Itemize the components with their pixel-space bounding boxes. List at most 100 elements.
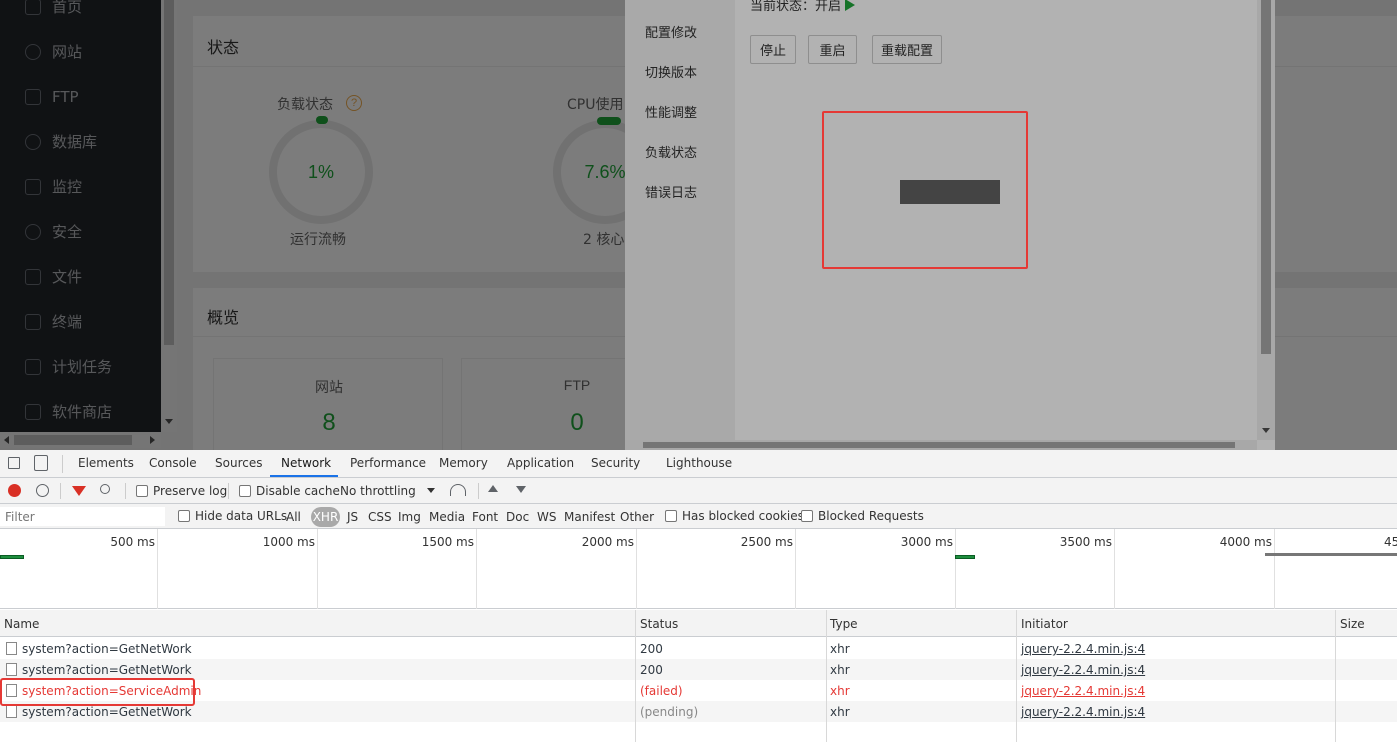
tab-lighthouse[interactable]: Lighthouse (666, 456, 732, 470)
timeline-tick-label: 3500 ms (1059, 535, 1112, 549)
request-table-header: Name Status Type Initiator Size (0, 610, 1397, 637)
type-filter-js[interactable]: JS (347, 510, 358, 524)
modal-side-menu: 配置修改 切换版本 性能调整 负载状态 错误日志 (625, 0, 735, 440)
file-icon (6, 642, 17, 655)
disable-cache-checkbox[interactable]: Disable cache (239, 484, 340, 498)
type-filter-doc[interactable]: Doc (506, 510, 529, 524)
tab-memory[interactable]: Memory (439, 456, 488, 470)
request-name[interactable]: system?action=GetNetWork (22, 642, 192, 656)
type-filter-font[interactable]: Font (472, 510, 498, 524)
timeline-gridline (795, 529, 796, 609)
scrollbar-thumb[interactable] (643, 442, 1235, 448)
table-row[interactable]: system?action=GetNetWork 200 xhr jquery-… (0, 659, 1397, 680)
tab-network[interactable]: Network (281, 456, 331, 470)
timeline-tick-label: 45 (1384, 535, 1397, 549)
restart-button[interactable]: 重启 (808, 35, 857, 64)
checkbox-box[interactable] (239, 485, 251, 497)
network-conditions-icon[interactable] (450, 484, 466, 496)
column-divider[interactable] (826, 610, 827, 742)
tab-application[interactable]: Application (507, 456, 574, 470)
timeline-gridline (1114, 529, 1115, 609)
type-filter-xhr[interactable]: XHR (311, 507, 340, 527)
stop-button[interactable]: 停止 (750, 35, 796, 64)
request-type: xhr (830, 705, 850, 719)
filter-placeholder: Filter (5, 510, 35, 524)
inspect-element-icon[interactable] (8, 457, 20, 469)
throttling-select[interactable]: No throttling (340, 484, 416, 498)
preserve-log-checkbox[interactable]: Preserve log (136, 484, 227, 498)
checkbox-box[interactable] (136, 485, 148, 497)
network-filter-bar: Filter Hide data URLs All XHR JS CSS Img… (0, 504, 1397, 529)
scrollbar-thumb[interactable] (1261, 0, 1271, 354)
request-initiator-link[interactable]: jquery-2.2.4.min.js:4 (1021, 705, 1145, 719)
record-icon[interactable] (8, 484, 21, 497)
menu-item-switch-version[interactable]: 切换版本 (645, 62, 697, 81)
timeline-request-bar (955, 555, 975, 559)
type-filter-img[interactable]: Img (398, 510, 421, 524)
import-har-icon[interactable] (488, 485, 498, 492)
request-status: (failed) (640, 684, 683, 698)
menu-item-error-log[interactable]: 错误日志 (645, 182, 697, 201)
checkbox-box[interactable] (801, 510, 813, 522)
column-divider[interactable] (635, 610, 636, 742)
request-initiator-link[interactable]: jquery-2.2.4.min.js:4 (1021, 642, 1145, 656)
app-window: 首页 网站 FTP 数据库 监控 安全 文件 终端 计划任务 软件商店 状态 负… (0, 0, 1397, 450)
filter-icon[interactable] (72, 486, 86, 496)
checkbox-box[interactable] (665, 510, 677, 522)
column-header-type[interactable]: Type (830, 617, 858, 631)
request-initiator-link[interactable]: jquery-2.2.4.min.js:4 (1021, 663, 1145, 677)
device-toolbar-icon[interactable] (34, 455, 48, 471)
throttling-value: No throttling (340, 484, 416, 498)
type-filter-ws[interactable]: WS (537, 510, 556, 524)
devtools-tab-bar: Elements Console Sources Network Perform… (0, 450, 1397, 478)
request-status: 200 (640, 663, 663, 677)
tab-sources[interactable]: Sources (215, 456, 262, 470)
type-filter-all[interactable]: All (286, 510, 301, 524)
menu-item-config[interactable]: 配置修改 (645, 22, 697, 41)
column-header-initiator[interactable]: Initiator (1021, 617, 1068, 631)
divider (60, 483, 61, 499)
tab-security[interactable]: Security (591, 456, 640, 470)
column-divider[interactable] (1335, 610, 1336, 742)
clear-icon[interactable] (36, 484, 49, 497)
checkbox-box[interactable] (178, 510, 190, 522)
request-status: (pending) (640, 705, 699, 719)
column-header-status[interactable]: Status (640, 617, 678, 631)
tab-performance[interactable]: Performance (350, 456, 426, 470)
request-status: 200 (640, 642, 663, 656)
request-initiator-link[interactable]: jquery-2.2.4.min.js:4 (1021, 684, 1145, 698)
table-row[interactable]: system?action=ServiceAdmin (failed) xhr … (0, 680, 1397, 701)
column-divider[interactable] (1016, 610, 1017, 742)
hide-data-urls-label: Hide data URLs (195, 509, 288, 523)
type-filter-css[interactable]: CSS (368, 510, 392, 524)
blocked-requests-checkbox[interactable]: Blocked Requests (801, 509, 924, 523)
request-name[interactable]: system?action=GetNetWork (22, 705, 192, 719)
chevron-down-icon[interactable] (427, 488, 435, 493)
reload-config-button[interactable]: 重载配置 (872, 35, 942, 64)
table-row[interactable]: system?action=GetNetWork (pending) xhr j… (0, 701, 1397, 722)
menu-item-performance[interactable]: 性能调整 (645, 102, 697, 121)
request-name[interactable]: system?action=GetNetWork (22, 663, 192, 677)
tab-elements[interactable]: Elements (78, 456, 134, 470)
annotation-highlight-box (822, 111, 1028, 269)
search-icon[interactable] (100, 484, 110, 494)
has-blocked-cookies-checkbox[interactable]: Has blocked cookies (665, 509, 804, 523)
divider (228, 483, 229, 499)
type-filter-manifest[interactable]: Manifest (564, 510, 615, 524)
column-header-name[interactable]: Name (4, 617, 39, 631)
disable-cache-label: Disable cache (256, 484, 340, 498)
modal-scrollbar[interactable] (1257, 0, 1275, 440)
type-filter-media[interactable]: Media (429, 510, 465, 524)
column-header-size[interactable]: Size (1340, 617, 1365, 631)
network-timeline-overview[interactable]: 500 ms 1000 ms 1500 ms 2000 ms 2500 ms 3… (0, 529, 1397, 609)
modal-horizontal-scrollbar[interactable] (625, 440, 1257, 450)
export-har-icon[interactable] (516, 486, 526, 493)
scroll-down-icon[interactable] (1262, 428, 1270, 433)
type-filter-other[interactable]: Other (620, 510, 654, 524)
menu-item-load-status[interactable]: 负载状态 (645, 142, 697, 161)
tab-console[interactable]: Console (149, 456, 197, 470)
request-type: xhr (830, 642, 850, 656)
table-row[interactable]: system?action=GetNetWork 200 xhr jquery-… (0, 638, 1397, 659)
hide-data-urls-checkbox[interactable]: Hide data URLs (178, 509, 287, 523)
filter-input[interactable]: Filter (0, 507, 165, 526)
